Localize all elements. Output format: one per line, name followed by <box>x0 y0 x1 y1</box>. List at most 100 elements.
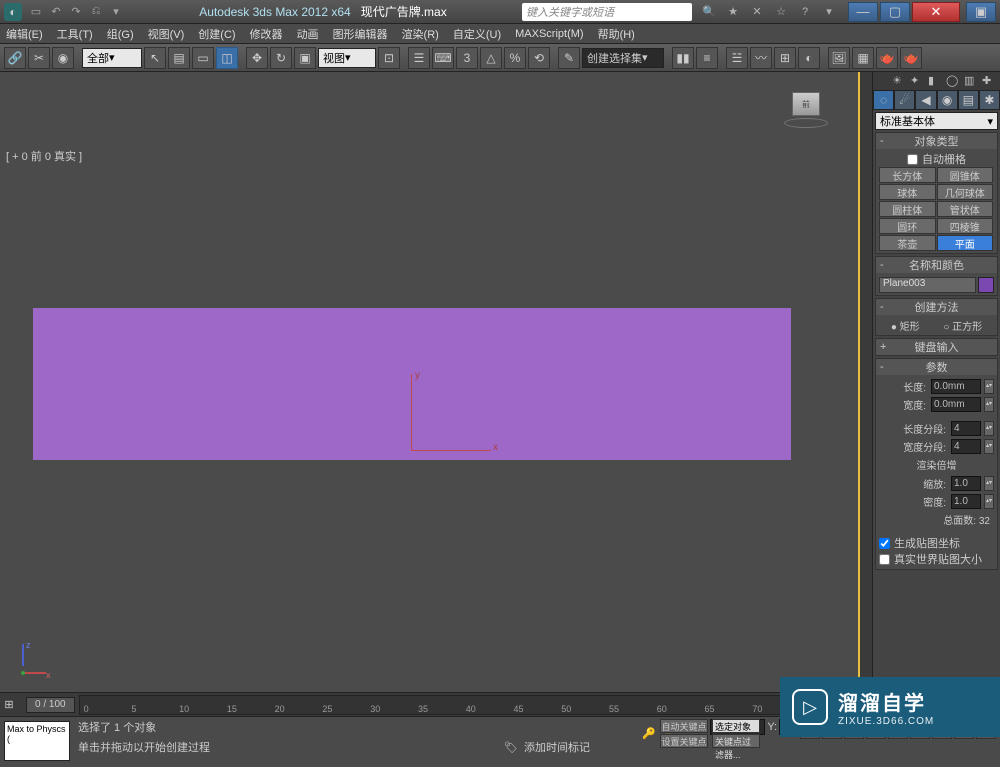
btn-pyramid[interactable]: 四棱锥 <box>937 218 994 234</box>
align-icon[interactable]: ≡ <box>696 47 718 69</box>
key-filter-button[interactable]: 关键点过滤器... <box>712 734 760 748</box>
lsegs-spin-buttons[interactable]: ▴▾ <box>984 421 994 436</box>
tab-create[interactable]: ◌ <box>873 90 894 110</box>
tab-hierarchy[interactable]: ◀ <box>915 90 936 110</box>
schematic-icon[interactable]: ⊞ <box>774 47 796 69</box>
menu-tools[interactable]: 工具(T) <box>57 26 93 42</box>
qat-redo-icon[interactable]: ↷ <box>68 4 84 20</box>
tab-motion[interactable]: ◉ <box>937 90 958 110</box>
util-icon[interactable]: ✚ <box>982 74 996 88</box>
named-selection-dropdown[interactable]: 创建选择集 ▾ <box>582 48 664 68</box>
hammer-icon[interactable]: ▮ <box>928 74 942 88</box>
btn-teapot[interactable]: 茶壶 <box>879 235 936 251</box>
curve-editor-icon[interactable]: 〰 <box>750 47 772 69</box>
gen-map-checkbox[interactable] <box>879 538 890 549</box>
btn-plane[interactable]: 平面 <box>937 235 994 251</box>
key-icon[interactable]: ★ <box>724 3 742 21</box>
viewcube-face[interactable]: 前 <box>792 92 820 116</box>
menu-views[interactable]: 视图(V) <box>148 26 185 42</box>
time-slider[interactable]: 0 / 100 <box>26 697 75 713</box>
angle-snap-icon[interactable]: △ <box>480 47 502 69</box>
move-icon[interactable]: ✥ <box>246 47 268 69</box>
restore-button[interactable]: ▣ <box>966 2 996 22</box>
maximize-button[interactable]: ▢ <box>880 2 910 22</box>
percent-snap-icon[interactable]: % <box>504 47 526 69</box>
add-timetag[interactable]: 添加时间标记 <box>524 739 590 755</box>
render-icon[interactable]: 🫖 <box>876 47 898 69</box>
keymode-icon[interactable]: 🔑 <box>642 727 656 740</box>
exchange-icon[interactable]: ✕ <box>748 3 766 21</box>
help-icon[interactable]: ? <box>796 3 814 21</box>
selection-filter-dropdown[interactable]: 全部 ▾ <box>82 48 142 68</box>
density-spin-buttons[interactable]: ▴▾ <box>984 494 994 509</box>
btn-cone[interactable]: 圆锥体 <box>937 167 994 183</box>
length-spin-buttons[interactable]: ▴▾ <box>984 379 994 394</box>
qat-dropdown-icon[interactable]: ▾ <box>108 4 124 20</box>
rollout-title-creation[interactable]: -创建方法 <box>876 299 997 315</box>
plane-object[interactable] <box>33 308 791 460</box>
minimize-button[interactable]: — <box>848 2 878 22</box>
rollout-title-keyboard[interactable]: +键盘输入 <box>876 339 997 355</box>
unlink-icon[interactable]: ✂ <box>28 47 50 69</box>
mirror-icon[interactable]: ▮▮ <box>672 47 694 69</box>
realworld-checkbox[interactable] <box>879 554 890 565</box>
autokey-button[interactable]: 自动关键点 <box>660 719 708 733</box>
manipulate-icon[interactable]: ☰ <box>408 47 430 69</box>
length-spinner[interactable]: 0.0mm <box>931 379 981 394</box>
close-button[interactable]: ✕ <box>912 2 960 22</box>
qat-open-icon[interactable]: ▭ <box>28 4 44 20</box>
btn-geosphere[interactable]: 几何球体 <box>937 184 994 200</box>
search-icon[interactable]: 🔍 <box>700 3 718 21</box>
tab-modify[interactable]: ☄ <box>894 90 915 110</box>
menu-customize[interactable]: 自定义(U) <box>453 26 501 42</box>
viewport-front[interactable]: [ + 0 前 0 真实 ] 前 y x z x <box>0 72 860 692</box>
scale-icon[interactable]: ▣ <box>294 47 316 69</box>
selection-filter-mini[interactable]: 选定对象 <box>712 719 760 733</box>
track-toggle-icon[interactable]: ⊞ <box>0 698 18 711</box>
help-search-input[interactable]: 键入关键字或短语 <box>522 3 692 21</box>
autogrid-checkbox[interactable] <box>907 154 918 165</box>
window-crossing-icon[interactable]: ◫ <box>216 47 238 69</box>
rollout-title-params[interactable]: -参数 <box>876 359 997 375</box>
menu-edit[interactable]: 编辑(E) <box>6 26 43 42</box>
menu-rendering[interactable]: 渲染(R) <box>402 26 439 42</box>
wand-icon[interactable]: ✦ <box>910 74 924 88</box>
scale-spin-buttons[interactable]: ▴▾ <box>984 476 994 491</box>
setkey-button[interactable]: 设置关键点 <box>660 734 708 748</box>
link-icon[interactable]: 🔗 <box>4 47 26 69</box>
rollout-title-object-type[interactable]: -对象类型 <box>876 133 997 149</box>
tab-utilities[interactable]: ✱ <box>979 90 1000 110</box>
menu-create[interactable]: 创建(C) <box>198 26 235 42</box>
menu-group[interactable]: 组(G) <box>107 26 134 42</box>
layers-icon[interactable]: ☱ <box>726 47 748 69</box>
ref-coord-dropdown[interactable]: 视图 ▾ <box>318 48 376 68</box>
display-icon[interactable]: ▥ <box>964 74 978 88</box>
select-icon[interactable]: ↖ <box>144 47 166 69</box>
bind-icon[interactable]: ◉ <box>52 47 74 69</box>
wsegs-spinner[interactable]: 4 <box>951 439 981 454</box>
btn-sphere[interactable]: 球体 <box>879 184 936 200</box>
pivot-icon[interactable]: ⊡ <box>378 47 400 69</box>
menu-animation[interactable]: 动画 <box>297 26 319 42</box>
density-spinner[interactable]: 1.0 <box>951 494 981 509</box>
caret-icon[interactable]: ▾ <box>820 3 838 21</box>
btn-box[interactable]: 长方体 <box>879 167 936 183</box>
wsegs-spin-buttons[interactable]: ▴▾ <box>984 439 994 454</box>
qat-link-icon[interactable]: ⎌ <box>88 4 104 20</box>
viewport-label[interactable]: [ + 0 前 0 真实 ] <box>6 148 82 164</box>
quick-render-icon[interactable]: 🫖 <box>900 47 922 69</box>
snap-toggle-icon[interactable]: 3 <box>456 47 478 69</box>
menu-grapheditors[interactable]: 图形编辑器 <box>333 26 388 42</box>
keyboard-shortcut-icon[interactable]: ⌨ <box>432 47 454 69</box>
btn-cylinder[interactable]: 圆柱体 <box>879 201 936 217</box>
tab-display[interactable]: ▤ <box>958 90 979 110</box>
menu-maxscript[interactable]: MAXScript(M) <box>515 28 583 40</box>
menu-help[interactable]: 帮助(H) <box>598 26 635 42</box>
width-spinner[interactable]: 0.0mm <box>931 397 981 412</box>
viewcube[interactable]: 前 <box>784 92 828 128</box>
maxscript-listener[interactable]: Max to Physcs ( <box>4 721 70 761</box>
btn-torus[interactable]: 圆环 <box>879 218 936 234</box>
rollout-title-name-color[interactable]: -名称和颜色 <box>876 257 997 273</box>
favorite-icon[interactable]: ☆ <box>772 3 790 21</box>
btn-tube[interactable]: 管状体 <box>937 201 994 217</box>
